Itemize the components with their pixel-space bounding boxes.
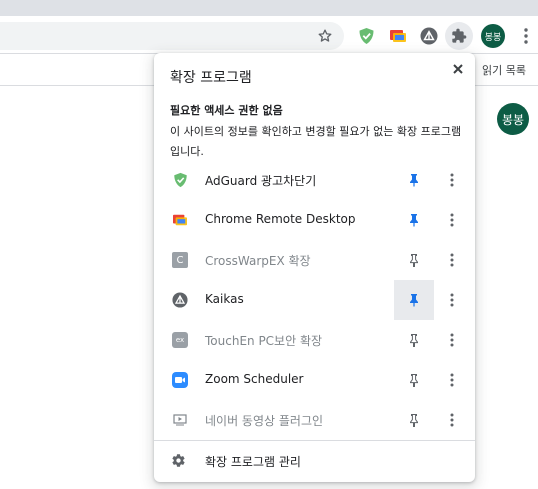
tab-strip	[0, 0, 538, 16]
gear-icon	[171, 453, 187, 469]
more-options-icon[interactable]	[440, 248, 464, 272]
kaikas-icon	[172, 292, 188, 308]
kaikas-toolbar-icon[interactable]	[415, 22, 443, 50]
more-options-icon[interactable]	[440, 368, 464, 392]
extension-name: CrossWarpEX 확장	[205, 254, 311, 268]
close-icon[interactable]	[446, 57, 470, 81]
extension-name: TouchEn PC보안 확장	[205, 334, 323, 348]
profile-avatar[interactable]: 봉봉	[481, 24, 505, 48]
pin-icon[interactable]	[394, 280, 434, 320]
more-options-icon[interactable]	[440, 408, 464, 432]
extension-name: AdGuard 광고차단기	[205, 174, 317, 188]
divider	[154, 440, 475, 441]
extensions-popup: 확장 프로그램 필요한 액세스 권한 없음 이 사이트의 정보를 확인하고 변경…	[154, 53, 475, 482]
extension-row-naver-video[interactable]: 네이버 동영상 플러그인	[154, 400, 475, 440]
more-options-icon[interactable]	[440, 328, 464, 352]
adguard-toolbar-icon[interactable]	[352, 22, 380, 50]
extension-name: Chrome Remote Desktop	[205, 212, 356, 226]
section-description: 이 사이트의 정보를 확인하고 변경할 필요가 없는 확장 프로그램입니다.	[170, 125, 462, 158]
adguard-shield-icon	[172, 172, 188, 188]
extension-row-kaikas[interactable]: Kaikas	[154, 280, 475, 320]
bookmark-star-icon[interactable]	[311, 22, 339, 50]
zoom-icon	[172, 372, 188, 388]
pin-icon[interactable]	[394, 400, 434, 440]
naver-video-icon	[172, 412, 188, 428]
extension-name: Zoom Scheduler	[205, 372, 304, 386]
more-options-icon[interactable]	[440, 168, 464, 192]
chrome-remote-desktop-toolbar-icon[interactable]	[384, 22, 412, 50]
reading-list-button[interactable]: 읽기 목록	[482, 62, 526, 78]
extension-name: 네이버 동영상 플러그인	[205, 414, 324, 428]
pin-icon[interactable]	[394, 160, 434, 200]
popup-title: 확장 프로그램	[170, 70, 252, 86]
address-bar[interactable]	[0, 22, 344, 50]
extension-name: Kaikas	[205, 292, 244, 306]
extension-row-zoom[interactable]: Zoom Scheduler	[154, 360, 475, 400]
crosswarpex-icon: C	[172, 252, 188, 268]
page-profile-avatar[interactable]: 봉봉	[497, 103, 529, 135]
section-heading: 필요한 액세스 권한 없음	[170, 104, 283, 117]
extension-row-touchen[interactable]: ex TouchEn PC보안 확장	[154, 320, 475, 360]
more-options-icon[interactable]	[440, 288, 464, 312]
extension-row-chrome-remote-desktop[interactable]: Chrome Remote Desktop	[154, 200, 475, 240]
pin-icon[interactable]	[394, 240, 434, 280]
pin-icon[interactable]	[394, 360, 434, 400]
extensions-puzzle-icon[interactable]	[445, 22, 473, 50]
manage-extensions-button[interactable]: 확장 프로그램 관리	[154, 443, 475, 479]
more-options-icon[interactable]	[440, 208, 464, 232]
pin-icon[interactable]	[394, 320, 434, 360]
extension-row-crosswarpex[interactable]: C CrossWarpEX 확장	[154, 240, 475, 280]
manage-extensions-label: 확장 프로그램 관리	[205, 455, 301, 469]
touchen-icon: ex	[172, 332, 188, 348]
extension-row-adguard[interactable]: AdGuard 광고차단기	[154, 160, 475, 200]
chrome-menu-icon[interactable]	[512, 22, 538, 50]
pin-icon[interactable]	[394, 200, 434, 240]
chrome-remote-desktop-icon	[172, 212, 188, 228]
